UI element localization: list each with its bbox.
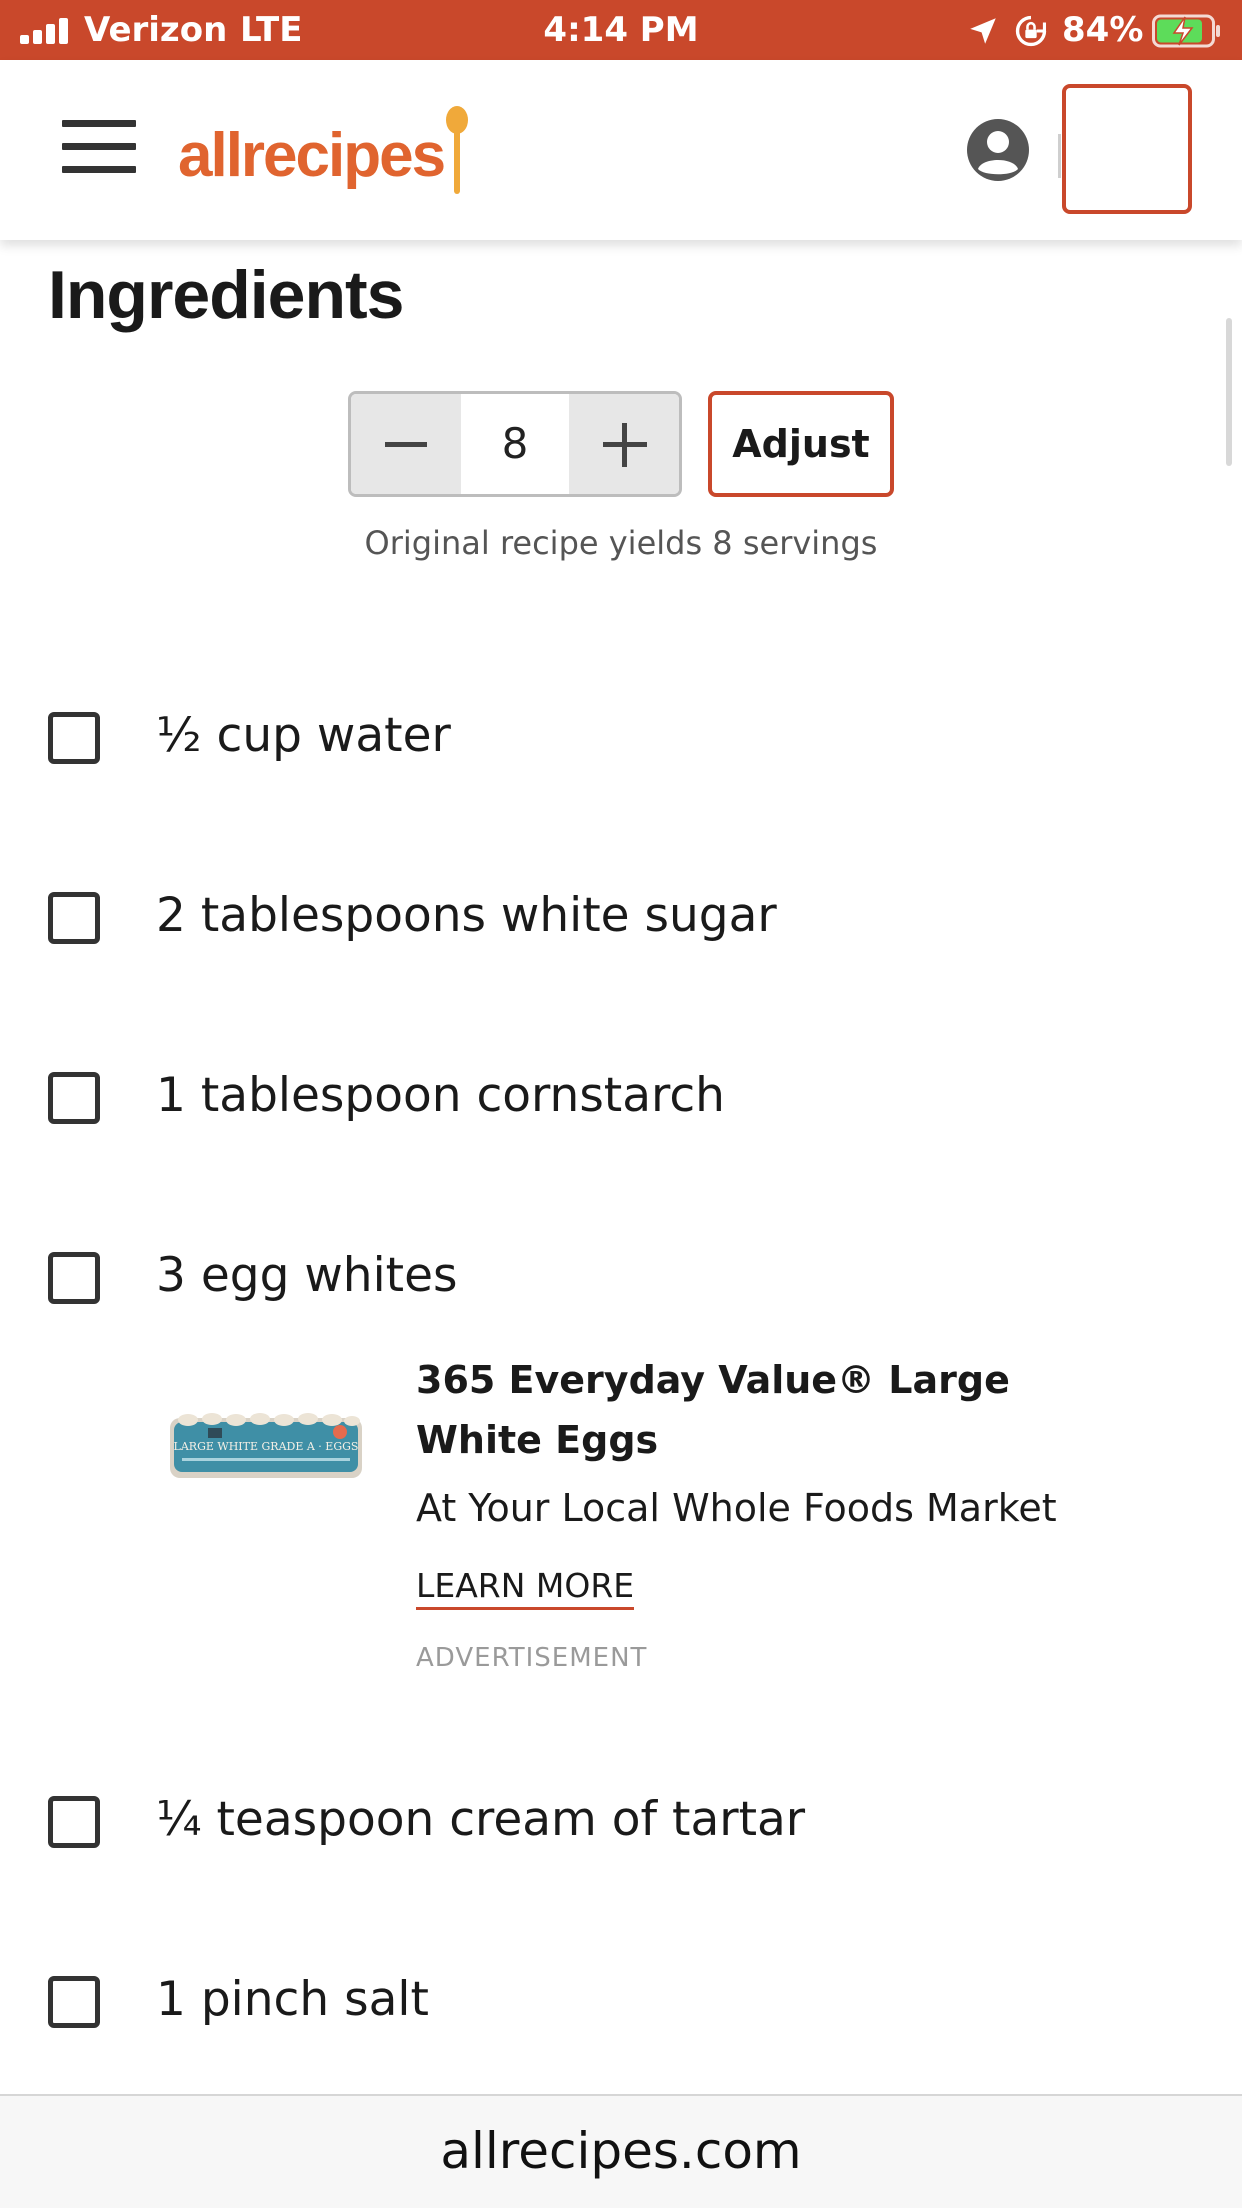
location-arrow-icon — [970, 18, 996, 44]
rotation-lock-icon — [1015, 15, 1047, 47]
servings-input[interactable]: 8 — [461, 394, 569, 494]
status-bar: Verizon LTE 4:14 PM 84% — [0, 0, 1242, 60]
battery-percentage: 84% — [1062, 10, 1144, 50]
ingredient-checkbox[interactable] — [48, 1072, 100, 1124]
minus-icon — [385, 442, 427, 447]
advertisement-label: ADVERTISEMENT — [416, 1643, 648, 1673]
logo-text: allrecipes — [178, 121, 446, 190]
ingredient-label: 1 pinch salt — [156, 1972, 429, 2027]
ad-image-text: LARGE WHITE GRADE A · EGGS — [174, 1440, 359, 1453]
learn-more-link[interactable]: LEARN MORE — [416, 1566, 635, 1610]
ad-subtitle: At Your Local Whole Foods Market — [416, 1486, 1057, 1530]
ingredient-label: 3 egg whites — [156, 1248, 458, 1303]
page-title: Ingredients — [48, 257, 404, 333]
site-header: allrecipes — [0, 60, 1242, 240]
browser-url-bar[interactable]: allrecipes.com — [0, 2094, 1242, 2208]
ingredient-checkbox[interactable] — [48, 1252, 100, 1304]
ingredient-label: ½ cup water — [156, 708, 451, 763]
battery-charging-icon — [1152, 14, 1220, 48]
header-divider — [1058, 134, 1061, 178]
spoon-icon — [446, 106, 468, 194]
ingredient-checkbox[interactable] — [48, 712, 100, 764]
ingredient-label: 2 tablespoons white sugar — [156, 888, 777, 943]
increment-servings-button[interactable] — [569, 394, 679, 494]
user-account-icon[interactable] — [966, 118, 1030, 182]
ingredient-checkbox[interactable] — [48, 892, 100, 944]
ingredient-label: 1 tablespoon cornstarch — [156, 1068, 725, 1123]
clock: 4:14 PM — [543, 10, 699, 50]
scrollbar[interactable] — [1226, 318, 1232, 466]
header-action-button[interactable] — [1062, 84, 1192, 214]
adjust-button[interactable]: Adjust — [708, 391, 894, 497]
servings-stepper: 8 — [348, 391, 682, 497]
egg-carton-ad-image[interactable]: LARGE WHITE GRADE A · EGGS — [168, 1410, 364, 1484]
ingredient-label: ¼ teaspoon cream of tartar — [156, 1792, 806, 1847]
menu-icon[interactable] — [62, 118, 140, 174]
ingredient-checkbox[interactable] — [48, 1976, 100, 2028]
decrement-servings-button[interactable] — [351, 394, 461, 494]
ad-title[interactable]: 365 Everyday Value® Large White Eggs — [416, 1350, 1076, 1470]
yield-text: Original recipe yields 8 servings — [364, 524, 878, 562]
url-text: allrecipes.com — [440, 2122, 802, 2180]
ingredient-checkbox[interactable] — [48, 1796, 100, 1848]
